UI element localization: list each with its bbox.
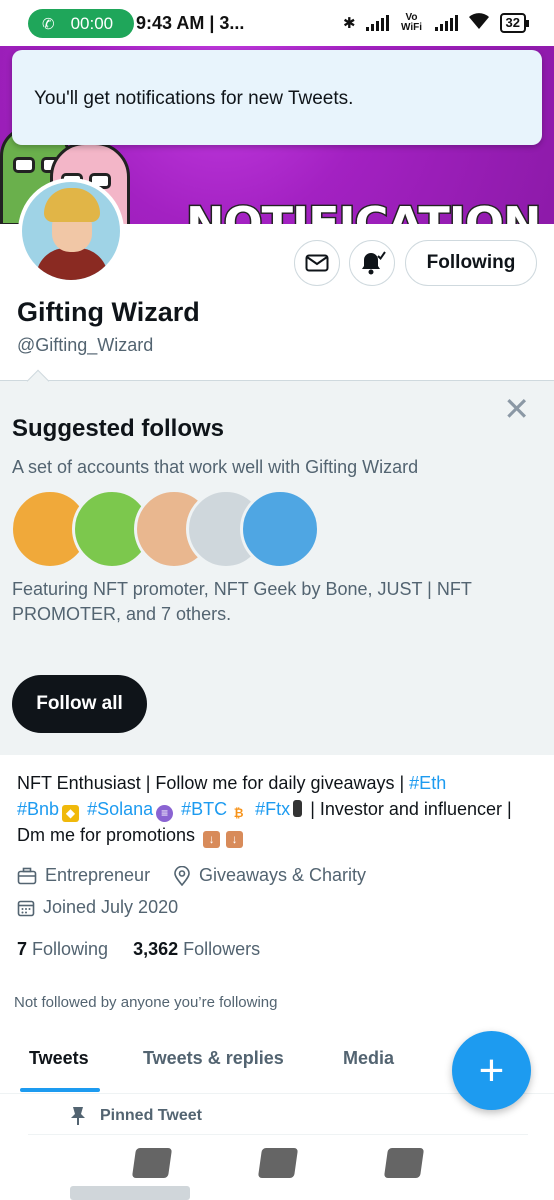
active-tab-indicator [20,1088,100,1092]
location-text: Giveaways & Charity [199,865,367,885]
compose-tweet-button[interactable]: + [452,1031,531,1110]
follow-counts: 7 Following 3,362 Followers [17,939,260,960]
following-button[interactable]: Following [405,240,537,286]
category-text: Entrepreneur [45,865,151,885]
avatar[interactable] [18,178,124,284]
bnb-emoji-icon: ◆ [62,805,80,822]
profile-category: Entrepreneur [17,865,150,886]
signal-icon [365,15,389,31]
following-count-link[interactable]: 7 Following [17,939,108,959]
calendar-icon [17,900,35,916]
wifi-icon [468,12,490,34]
profile-location: Giveaways & Charity [173,865,366,886]
followers-label: Followers [183,939,261,959]
status-time: 9:43 AM | 3... [136,13,245,33]
notifications-button[interactable] [349,240,395,286]
call-timer: 00:00 [70,13,114,33]
profile-bio: NFT Enthusiast | Follow me for daily giv… [17,770,537,848]
avatar-image [22,182,120,280]
tab-media[interactable]: Media [343,1048,394,1069]
ongoing-call-pill[interactable]: ✆ 00:00 [28,9,134,38]
inbox-emoji-icon: ↓ [226,831,244,848]
pinned-tweet-label: Pinned Tweet [70,1106,202,1126]
status-bar: ✆ 00:00 9:43 AM | 3... ✱ Vo WiFi 32 [0,0,554,46]
suggested-avatars[interactable] [10,489,330,569]
btc-emoji-icon: ₿ [233,806,244,820]
following-count: 7 [17,939,28,959]
profile-handle: @Gifting_Wizard [17,335,154,355]
followers-count: 3,362 [133,939,179,959]
tab-tweets[interactable]: Tweets [29,1048,89,1069]
panel-caret [26,369,50,393]
follow-all-button[interactable]: Follow all [12,675,147,733]
hashtag-btc[interactable]: #BTC [181,799,227,819]
tab-tweets-replies[interactable]: Tweets & replies [143,1048,284,1069]
close-icon[interactable]: ✕ [503,393,530,425]
phone-emoji-icon [293,800,303,817]
inbox-emoji-icon: ↓ [203,831,221,848]
next-row-text [70,1186,190,1200]
hashtag-eth[interactable]: #Eth [409,773,446,793]
hashtag-solana[interactable]: #Solana [87,799,153,819]
bell-check-icon [362,251,386,275]
profile-joined: Joined July 2020 [17,897,178,918]
pin-icon [71,1107,85,1125]
suggested-follows-subtitle: A set of accounts that work well with Gi… [12,457,419,477]
toast-message: You'll get notifications for new Tweets. [34,88,354,109]
bio-text: NFT Enthusiast | Follow me for daily giv… [17,773,410,793]
briefcase-icon [17,867,37,884]
message-button[interactable] [294,240,340,286]
tweet-image-icon [383,1148,425,1178]
joined-text: Joined July 2020 [43,897,179,917]
not-followed-note: Not followed by anyone you’re following [14,994,278,1011]
tweet-image-icon [257,1148,299,1178]
banner-headline: NOTIFICATION ON ! [184,196,554,224]
bluetooth-icon: ✱ [342,15,356,32]
hashtag-bnb[interactable]: #Bnb [17,799,59,819]
signal-icon-2 [434,15,458,31]
envelope-icon [305,254,329,272]
following-label: Following [32,939,109,959]
notification-toast: You'll get notifications for new Tweets. [12,50,542,145]
suggested-follows-title: Suggested follows [12,415,225,442]
location-pin-icon [174,865,190,886]
solana-emoji-icon: ≡ [156,805,174,822]
pinned-tweet-text: Pinned Tweet [100,1107,202,1124]
suggested-follows-panel: ✕ Suggested follows A set of accounts th… [0,369,554,755]
profile-name: Gifting Wizard [17,297,200,327]
tweet-image-icon [131,1148,173,1178]
vowifi-label: Vo WiFi [401,12,423,33]
hashtag-ftx[interactable]: #Ftx [255,799,290,819]
divider [28,1134,528,1135]
followers-count-link[interactable]: 3,362 Followers [133,939,260,959]
phone-icon: ✆ [42,15,55,33]
suggested-featuring-text: Featuring NFT promoter, NFT Geek by Bone… [12,579,472,624]
status-icons: ✱ Vo WiFi 32 [342,9,530,37]
suggested-avatar [240,489,320,569]
battery-icon: 32 [499,13,530,33]
